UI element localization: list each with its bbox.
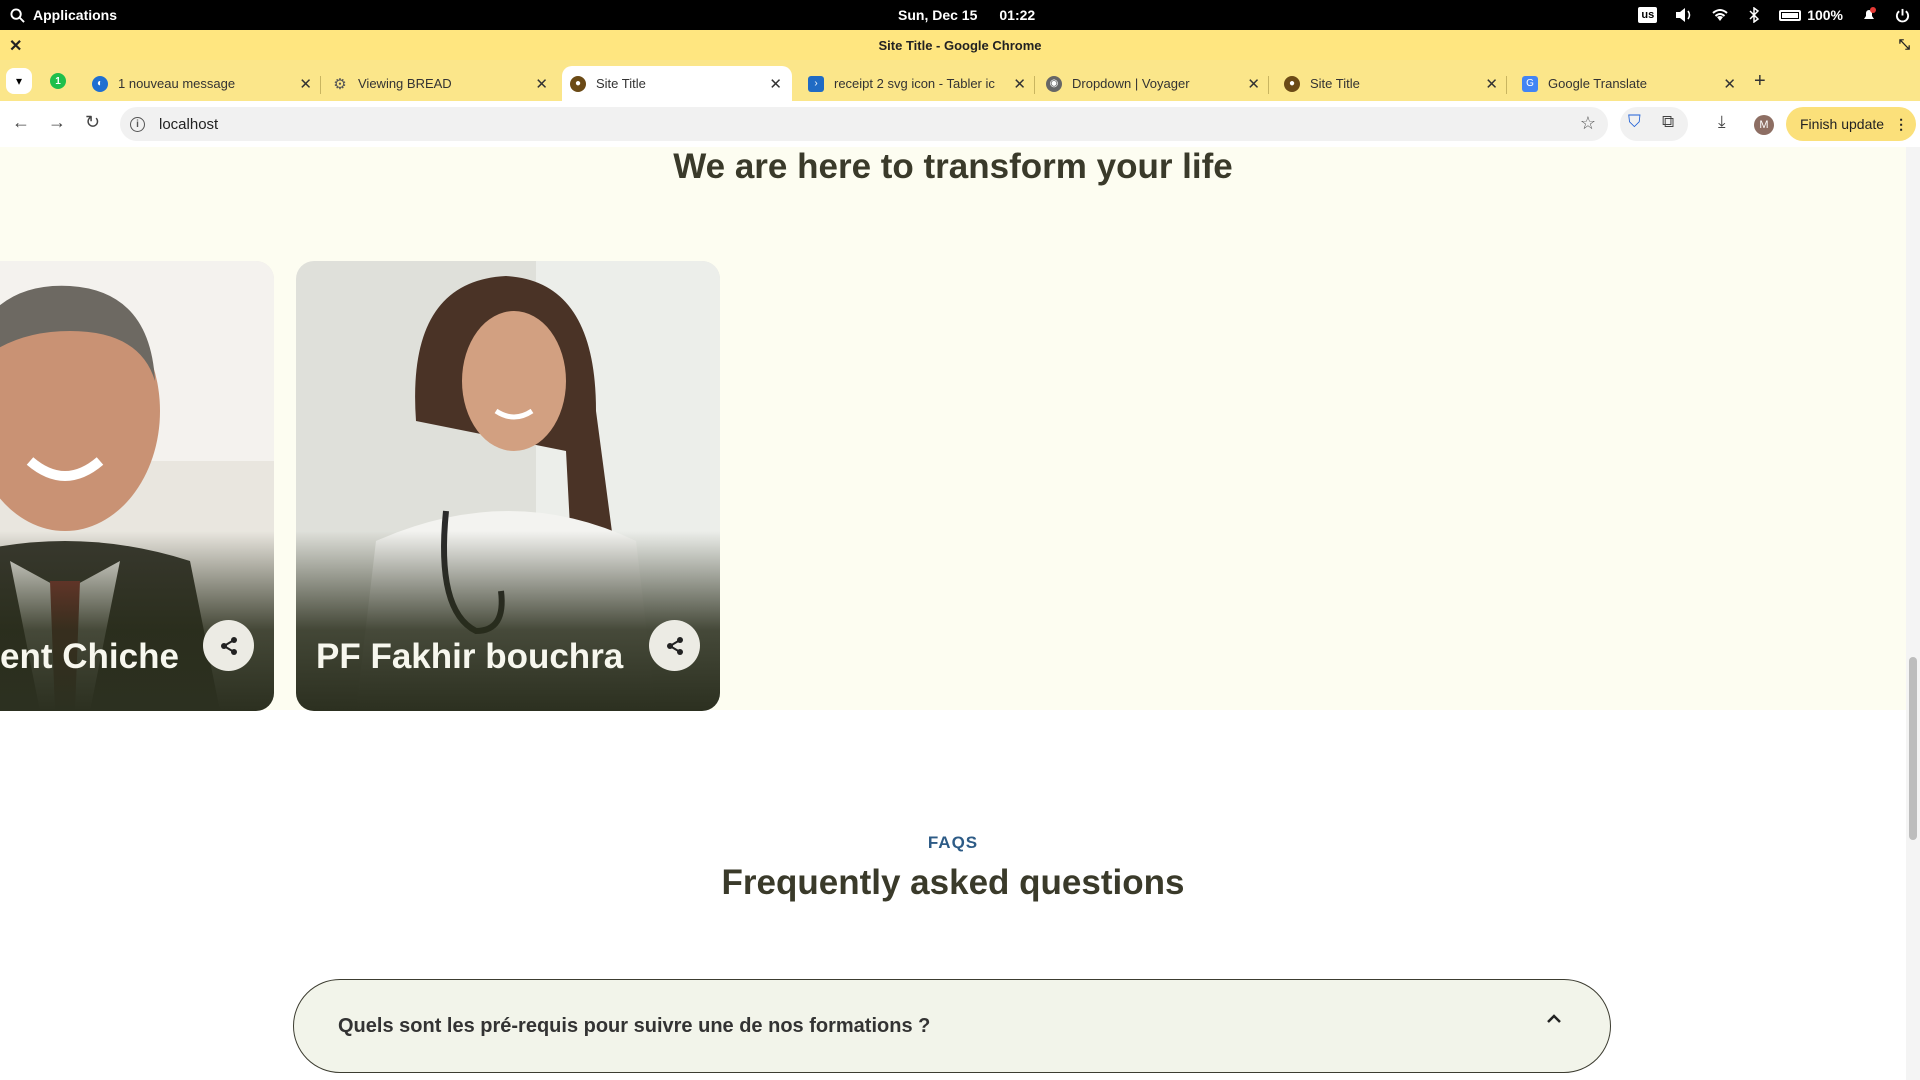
tab-1-nouveau-message[interactable]: ◐ 1 nouveau message ✕: [92, 66, 312, 101]
browser-toolbar: ← → ↻ i localhost ☆ ⛉ ⧉ ⤓ M Finish updat…: [0, 101, 1920, 147]
tab-close-icon[interactable]: ✕: [1723, 75, 1736, 93]
tab-search-button[interactable]: ▾: [6, 68, 32, 94]
time-label: 01:22: [999, 7, 1036, 23]
power-icon: [1895, 8, 1910, 22]
tab-label: Google Translate: [1548, 76, 1648, 91]
window-title: Site Title - Google Chrome: [878, 37, 1042, 53]
page-viewport: We are here to transform your life ent C…: [0, 147, 1920, 1080]
tab-tabler-icons[interactable]: › receipt 2 svg icon - Tabler ic ✕: [808, 66, 1026, 101]
tab-label: Dropdown | Voyager: [1072, 76, 1190, 91]
wifi-icon: [1712, 9, 1728, 21]
tab-site-title-active[interactable]: ● Site Title ✕: [562, 66, 792, 101]
share-icon: [666, 636, 683, 655]
gear-icon: ⚙: [333, 75, 347, 93]
site-info-icon[interactable]: i: [130, 116, 145, 132]
share-button[interactable]: [203, 620, 254, 671]
extensions-puzzle-icon[interactable]: ⧉: [1662, 112, 1674, 132]
pinned-tab-badge[interactable]: 1: [50, 73, 66, 89]
clock[interactable]: Sun, Dec 15 01:22: [898, 0, 1035, 30]
tab-label: receipt 2 svg icon - Tabler ic: [834, 76, 995, 91]
battery-percent: 100%: [1807, 7, 1843, 23]
chevron-up-icon: [1547, 1014, 1561, 1023]
reload-icon[interactable]: ↻: [85, 112, 100, 133]
window-restore-icon[interactable]: ⤡: [1899, 36, 1910, 53]
finish-update-label: Finish update: [1800, 116, 1885, 132]
tab-dropdown-voyager[interactable]: ◉ Dropdown | Voyager ✕: [1046, 66, 1260, 101]
tab-label: Site Title: [596, 76, 646, 91]
url-text: localhost: [159, 115, 219, 133]
translate-icon: G: [1522, 75, 1538, 92]
window-title-bar: ✕ Site Title - Google Chrome ⤡: [0, 30, 1920, 60]
tabler-icon: ›: [808, 75, 824, 92]
bluetooth-icon: [1749, 7, 1760, 23]
tab-close-icon[interactable]: ✕: [299, 75, 312, 93]
forward-arrow-icon[interactable]: →: [48, 112, 66, 133]
plus-icon: +: [1754, 70, 1766, 92]
team-member-name: PF Fakhir bouchra: [316, 637, 624, 676]
site-logo-icon: ●: [570, 75, 586, 92]
date-label: Sun, Dec 15: [898, 7, 978, 23]
mail-icon: ◐: [92, 75, 108, 92]
team-member-name: ent Chiche: [0, 637, 179, 676]
voyager-icon: ◉: [1046, 75, 1062, 92]
tab-close-icon[interactable]: ✕: [769, 75, 782, 93]
search-icon: [10, 7, 25, 23]
window-close-icon[interactable]: ✕: [9, 36, 22, 56]
battery-icon: [1779, 9, 1802, 21]
tab-label: 1 nouveau message: [118, 76, 236, 91]
page-scrollbar[interactable]: [1906, 147, 1920, 1080]
keyboard-layout-indicator[interactable]: us: [1638, 7, 1658, 23]
team-section-title: We are here to transform your life: [673, 147, 1233, 186]
tab-viewing-bread[interactable]: ⚙ Viewing BREAD ✕: [332, 66, 548, 101]
team-card[interactable]: PF Fakhir bouchra: [296, 261, 720, 711]
tab-google-translate[interactable]: G Google Translate ✕: [1522, 66, 1736, 101]
profile-avatar[interactable]: M: [1754, 115, 1774, 135]
tab-close-icon[interactable]: ✕: [535, 75, 548, 93]
address-bar[interactable]: i localhost ☆: [120, 107, 1608, 141]
tab-site-title-2[interactable]: ● Site Title ✕: [1284, 66, 1498, 101]
tab-close-icon[interactable]: ✕: [1485, 75, 1498, 93]
share-icon: [220, 636, 237, 655]
system-top-bar: Applications Sun, Dec 15 01:22 us 100%: [0, 0, 1920, 30]
download-icon[interactable]: ⤓: [1718, 112, 1726, 132]
scrollbar-thumb[interactable]: [1909, 657, 1917, 840]
applications-menu[interactable]: Applications: [10, 0, 117, 30]
tab-divider: [1506, 76, 1507, 94]
new-tab-button[interactable]: +: [1754, 70, 1766, 93]
tab-close-icon[interactable]: ✕: [1247, 75, 1260, 93]
tab-close-icon[interactable]: ✕: [1013, 75, 1026, 93]
system-tray[interactable]: us 100%: [1638, 0, 1910, 30]
share-button[interactable]: [649, 620, 700, 671]
site-logo-icon: ●: [1284, 75, 1300, 92]
notification-bell-icon: [1864, 7, 1876, 19]
faq-title: Frequently asked questions: [721, 863, 1185, 902]
tab-divider: [1034, 76, 1035, 94]
bitwarden-extension-icon[interactable]: ⛉: [1628, 112, 1641, 132]
faq-eyebrow: FAQS: [927, 833, 979, 852]
chevron-down-icon: ▾: [15, 74, 23, 88]
tab-label: Viewing BREAD: [358, 76, 452, 91]
tab-divider: [320, 76, 321, 94]
faq-accordion-item[interactable]: Quels sont les pré-requis pour suivre un…: [293, 979, 1611, 1073]
back-arrow-icon[interactable]: ←: [12, 112, 30, 133]
volume-icon: [1676, 8, 1691, 22]
team-card[interactable]: ent Chiche: [0, 261, 274, 711]
battery-indicator: 100%: [1779, 7, 1843, 23]
tab-strip: ▾ 1 ◐ 1 nouveau message ✕ ⚙ Viewing BREA…: [0, 60, 1920, 101]
more-vertical-icon: ⋮: [1894, 115, 1909, 132]
bookmark-star-icon[interactable]: ☆: [1580, 113, 1596, 134]
card-overlay: [296, 531, 720, 711]
applications-label: Applications: [33, 7, 118, 23]
team-section: We are here to transform your life ent C…: [0, 147, 1906, 711]
finish-update-button[interactable]: Finish update ⋮: [1786, 107, 1916, 141]
tab-label: Site Title: [1310, 76, 1360, 91]
tab-divider: [1268, 76, 1269, 94]
faq-question: Quels sont les pré-requis pour suivre un…: [338, 1014, 931, 1037]
